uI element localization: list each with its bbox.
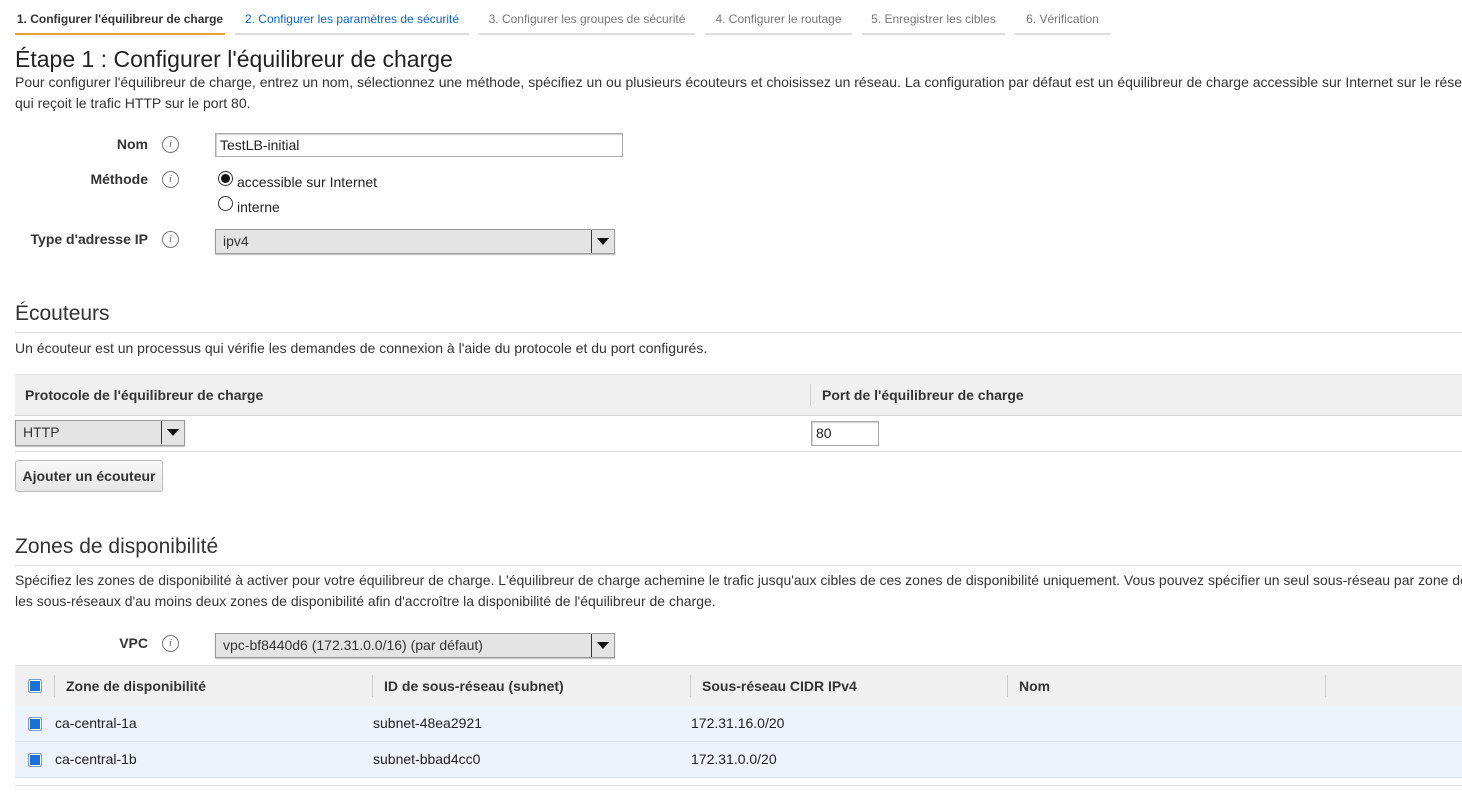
col-protocol: Protocole de l'équilibreur de charge [25, 387, 264, 403]
step-description-line-1: Pour configurer l'équilibreur de charge,… [15, 74, 1462, 90]
zones-table-header: Zone de disponibilité ID de sous-réseau … [15, 665, 1462, 707]
info-icon[interactable]: i [162, 635, 179, 652]
vpc-select[interactable]: vpc-bf8440d6 (172.31.0.0/16) (par défaut… [215, 633, 615, 658]
method-internet-radio[interactable] [218, 171, 233, 186]
listeners-table-header: Protocole de l'équilibreur de charge Por… [15, 374, 1462, 416]
tab-routing[interactable]: 4. Configurer le routage [705, 0, 852, 35]
port-input[interactable]: 80 [811, 421, 879, 446]
info-icon[interactable]: i [162, 136, 179, 153]
cidr-cell: 172.31.16.0/20 [691, 715, 785, 731]
chevron-down-icon [591, 230, 614, 253]
col-name: Nom [1019, 678, 1051, 694]
ip-type-label: Type d'adresse IP [30, 231, 148, 247]
subnet-cell: subnet-bbad4cc0 [373, 751, 481, 767]
row-divider [15, 451, 1462, 452]
column-divider [372, 675, 373, 697]
chevron-down-icon [161, 421, 184, 444]
divider [15, 565, 1462, 566]
listeners-heading: Écouteurs [15, 302, 110, 325]
zones-heading: Zones de disponibilité [15, 535, 219, 558]
col-zone: Zone de disponibilité [66, 678, 206, 694]
tab-configure-load-balancer[interactable]: 1. Configurer l'équilibreur de charge [15, 0, 225, 35]
tab-review[interactable]: 6. Vérification [1015, 0, 1110, 35]
column-divider [1007, 675, 1008, 697]
row-checkbox[interactable] [28, 717, 42, 731]
vpc-label: VPC [119, 635, 148, 651]
add-listener-button[interactable]: Ajouter un écouteur [15, 460, 163, 492]
column-divider [810, 384, 811, 406]
divider [15, 332, 1462, 333]
protocol-select[interactable]: HTTP [15, 420, 185, 446]
table-row[interactable]: ca-central-1a subnet-48ea2921 172.31.16.… [15, 706, 1462, 742]
tab-register-targets[interactable]: 5. Enregistrer les cibles [862, 0, 1005, 35]
col-subnet: ID de sous-réseau (subnet) [384, 678, 564, 694]
divider [15, 785, 1462, 786]
tab-security-settings[interactable]: 2. Configurer les paramètres de sécurité [235, 0, 469, 35]
cidr-cell: 172.31.0.0/20 [691, 751, 777, 767]
col-cidr: Sous-réseau CIDR IPv4 [702, 678, 857, 694]
info-icon[interactable]: i [162, 171, 179, 188]
ip-type-value: ipv4 [223, 233, 249, 249]
zones-description-line-2: les sous-réseaux d'au moins deux zones d… [15, 593, 716, 609]
method-internal-radio[interactable] [218, 196, 233, 211]
column-divider [690, 675, 691, 697]
info-icon[interactable]: i [162, 231, 179, 248]
column-divider [1325, 675, 1326, 697]
ip-type-select[interactable]: ipv4 [215, 229, 615, 254]
vpc-value: vpc-bf8440d6 (172.31.0.0/16) (par défaut… [223, 637, 483, 653]
protocol-value: HTTP [23, 424, 60, 440]
listeners-description: Un écouteur est un processus qui vérifie… [15, 340, 708, 356]
col-port: Port de l'équilibreur de charge [822, 387, 1024, 403]
step-description-line-2: qui reçoit le trafic HTTP sur le port 80… [15, 95, 251, 111]
row-checkbox[interactable] [28, 753, 42, 767]
method-internal-label: interne [237, 199, 280, 215]
method-label: Méthode [90, 171, 148, 187]
method-internet-label: accessible sur Internet [237, 174, 378, 190]
select-all-checkbox[interactable] [28, 679, 42, 693]
name-label: Nom [116, 136, 148, 152]
page-title: Étape 1 : Configurer l'équilibreur de ch… [15, 46, 453, 72]
zones-description-line-1: Spécifiez les zones de disponibilité à a… [15, 572, 1462, 588]
column-divider [54, 675, 55, 697]
name-input[interactable]: TestLB-initial [215, 133, 623, 157]
chevron-down-icon [591, 634, 614, 657]
subnet-cell: subnet-48ea2921 [373, 715, 482, 731]
zone-cell: ca-central-1b [55, 751, 137, 767]
tab-security-groups[interactable]: 3. Configurer les groupes de sécurité [479, 0, 695, 35]
table-row[interactable]: ca-central-1b subnet-bbad4cc0 172.31.0.0… [15, 742, 1462, 778]
zone-cell: ca-central-1a [55, 715, 137, 731]
